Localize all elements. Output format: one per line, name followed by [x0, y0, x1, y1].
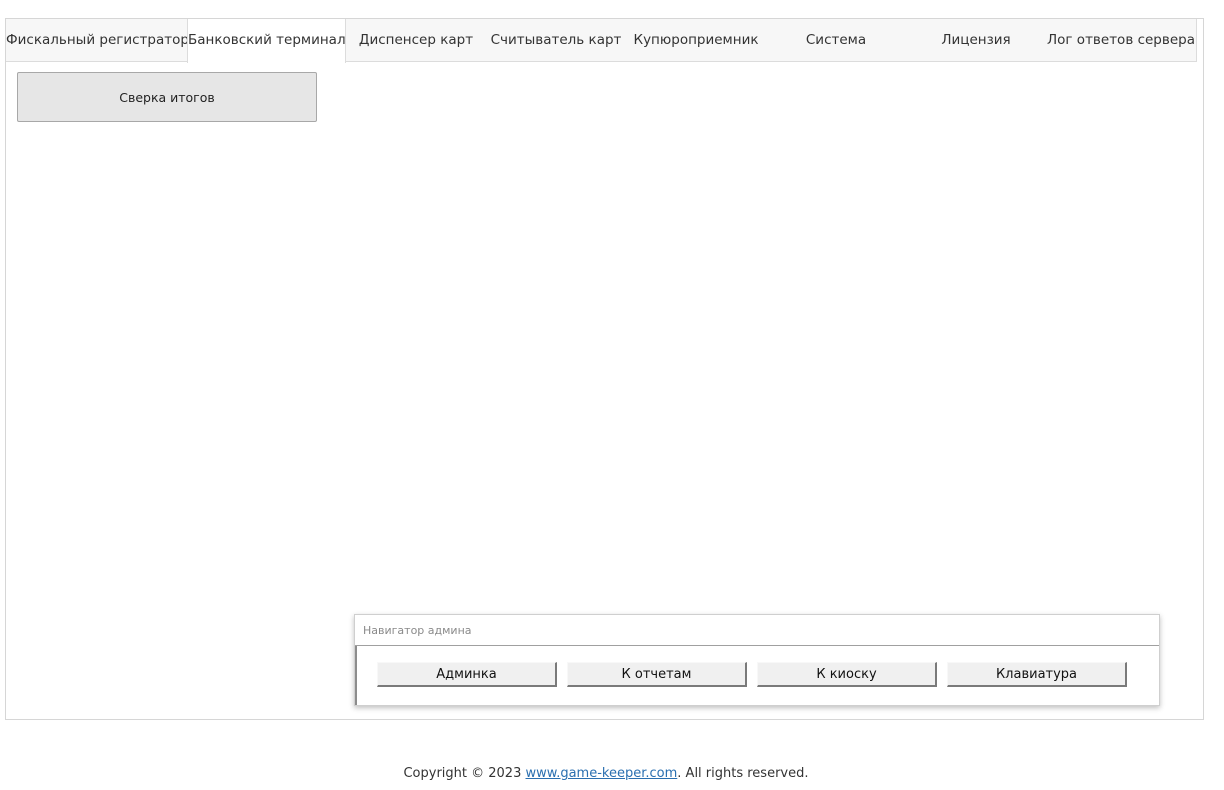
footer-copyright-prefix: Copyright © 2023	[403, 766, 526, 781]
tab-bill-acceptor[interactable]: Купюроприемник	[626, 19, 766, 62]
keyboard-button[interactable]: Клавиатура	[947, 662, 1127, 687]
tab-system[interactable]: Система	[766, 19, 906, 62]
to-kiosk-button[interactable]: К киоску	[757, 662, 937, 687]
footer-copyright-suffix: . All rights reserved.	[677, 766, 809, 781]
tab-license[interactable]: Лицензия	[906, 19, 1046, 62]
admin-panel-button[interactable]: Админка	[377, 662, 557, 687]
tab-card-dispenser[interactable]: Диспенсер карт	[346, 19, 486, 62]
admin-navigator-body: Админка К отчетам К киоску Клавиатура	[355, 646, 1159, 705]
to-reports-button[interactable]: К отчетам	[567, 662, 747, 687]
reconciliation-button[interactable]: Сверка итогов	[17, 72, 317, 122]
tab-content-bank-terminal: Сверка итогов Навигатор админа Админка К…	[6, 62, 1203, 719]
tab-fiscal-registrar[interactable]: Фискальный регистратор	[6, 19, 189, 62]
tab-bank-terminal[interactable]: Банковский терминал	[187, 19, 346, 63]
tab-bar: Фискальный регистратор Банковский термин…	[6, 19, 1197, 63]
footer: Copyright © 2023 www.game-keeper.com. Al…	[0, 766, 1212, 781]
tab-card-reader[interactable]: Считыватель карт	[486, 19, 626, 62]
settings-window: Фискальный регистратор Банковский термин…	[5, 18, 1204, 720]
tab-server-log[interactable]: Лог ответов сервера	[1046, 19, 1196, 62]
admin-navigator: Навигатор админа Админка К отчетам К кио…	[354, 614, 1160, 706]
admin-navigator-title: Навигатор админа	[355, 615, 1159, 646]
footer-site-link[interactable]: www.game-keeper.com	[526, 766, 678, 781]
